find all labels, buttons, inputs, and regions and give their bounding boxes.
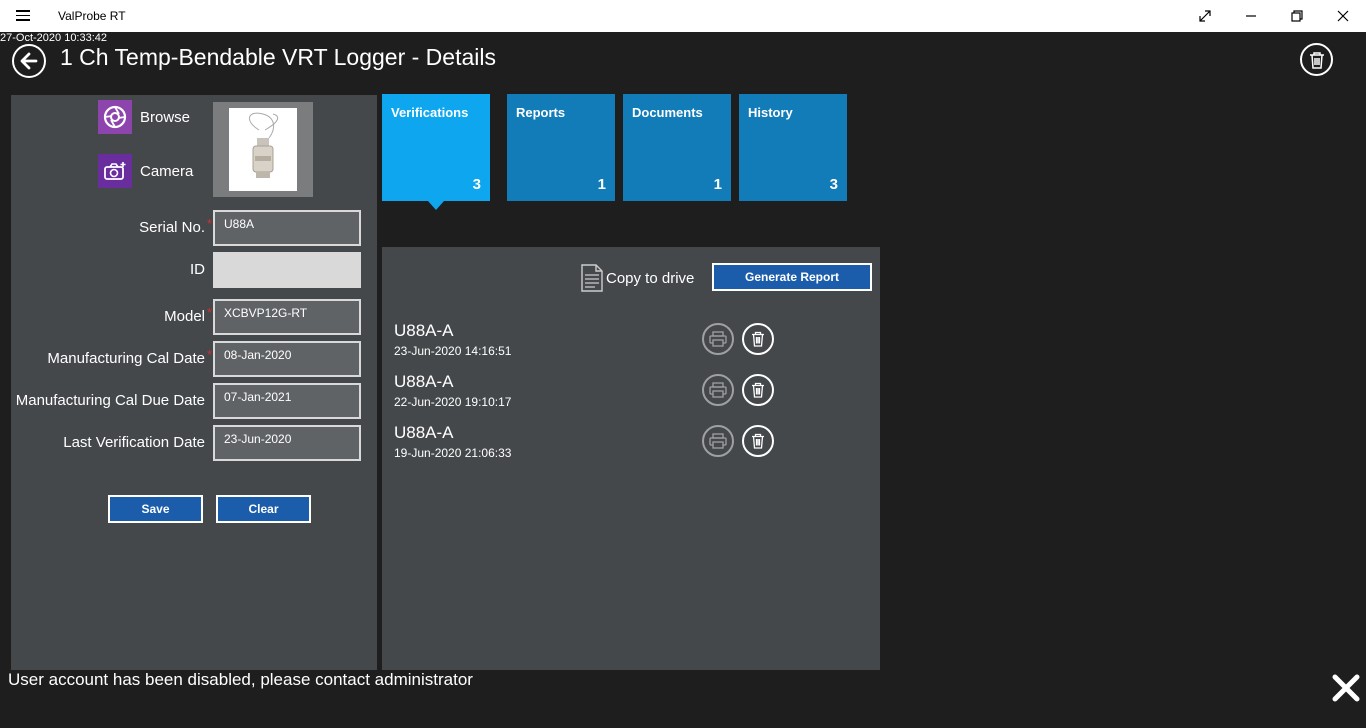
trash-icon bbox=[752, 433, 764, 449]
tab-reports[interactable]: Reports 1 bbox=[507, 94, 615, 201]
copy-to-drive-button[interactable]: Copy to drive bbox=[580, 264, 694, 292]
id-row: ID bbox=[11, 252, 377, 288]
print-button[interactable] bbox=[702, 323, 734, 355]
tile-label: Reports bbox=[516, 105, 566, 120]
mfg-cal-due-date-row: Manufacturing Cal Due Date 07-Jan-2021 bbox=[11, 383, 377, 419]
trash-icon bbox=[752, 331, 764, 347]
back-button[interactable] bbox=[12, 44, 46, 78]
browse-label: Browse bbox=[140, 108, 191, 126]
delete-verification-button[interactable] bbox=[742, 425, 774, 457]
menu-icon[interactable] bbox=[16, 10, 30, 21]
timestamp: 27-Oct-2020 10:33:42 bbox=[0, 32, 108, 44]
tile-count: 1 bbox=[713, 176, 722, 193]
last-verification-date-label: Last Verification Date bbox=[63, 434, 205, 451]
list-item[interactable]: U88A-A 19-Jun-2020 21:06:33 bbox=[394, 423, 874, 467]
verification-name: U88A-A bbox=[394, 321, 454, 340]
restore-button[interactable] bbox=[1274, 0, 1320, 32]
model-row: Model * XCBVP12G-RT bbox=[11, 299, 377, 335]
document-icon bbox=[581, 264, 603, 292]
printer-icon bbox=[709, 433, 727, 449]
required-marker: * bbox=[206, 347, 212, 362]
browse-icon bbox=[98, 100, 132, 134]
required-marker: * bbox=[206, 305, 212, 320]
maximize-icon bbox=[1199, 10, 1211, 22]
id-field[interactable] bbox=[213, 252, 361, 288]
serial-no-field[interactable]: U88A bbox=[213, 210, 361, 246]
details-form-panel: Browse Camera Serial No. * U88A ID Model bbox=[11, 95, 377, 670]
last-verification-date-row: Last Verification Date 23-Jun-2020 bbox=[11, 425, 377, 461]
restore-icon bbox=[1291, 10, 1303, 22]
clear-button[interactable]: Clear bbox=[216, 495, 311, 523]
list-item[interactable]: U88A-A 22-Jun-2020 19:10:17 bbox=[394, 372, 874, 416]
delete-verification-button[interactable] bbox=[742, 374, 774, 406]
mfg-cal-due-date-label: Manufacturing Cal Due Date bbox=[15, 392, 205, 409]
generate-report-button[interactable]: Generate Report bbox=[712, 263, 872, 291]
save-button[interactable]: Save bbox=[108, 495, 203, 523]
browse-button[interactable]: Browse bbox=[98, 100, 208, 134]
tile-label: Documents bbox=[632, 105, 703, 120]
verification-date: 23-Jun-2020 14:16:51 bbox=[394, 344, 512, 358]
status-message: User account has been disabled, please c… bbox=[8, 670, 473, 689]
tile-count: 3 bbox=[829, 176, 838, 193]
tab-verifications[interactable]: Verifications 3 bbox=[382, 94, 490, 201]
title-bar: ValProbe RT bbox=[0, 0, 1366, 32]
delete-logger-button[interactable] bbox=[1300, 43, 1333, 76]
trash-icon bbox=[1309, 51, 1324, 69]
mfg-cal-date-field[interactable]: 08-Jan-2020 bbox=[213, 341, 361, 377]
minimize-button[interactable] bbox=[1228, 0, 1274, 32]
serial-no-row: Serial No. * U88A bbox=[11, 210, 377, 246]
model-label: Model bbox=[164, 308, 205, 325]
id-label: ID bbox=[190, 261, 205, 278]
mfg-cal-date-row: Manufacturing Cal Date * 08-Jan-2020 bbox=[11, 341, 377, 377]
logger-photo-frame bbox=[213, 102, 313, 197]
window-close-button[interactable] bbox=[1320, 0, 1366, 32]
mfg-cal-due-date-field[interactable]: 07-Jan-2021 bbox=[213, 383, 361, 419]
tab-history[interactable]: History 3 bbox=[739, 94, 847, 201]
active-tab-pointer bbox=[428, 201, 444, 210]
printer-icon bbox=[709, 382, 727, 398]
printer-icon bbox=[709, 331, 727, 347]
verification-date: 22-Jun-2020 19:10:17 bbox=[394, 395, 512, 409]
maximize-button[interactable] bbox=[1182, 0, 1228, 32]
tile-label: Verifications bbox=[391, 105, 469, 120]
app-title: ValProbe RT bbox=[58, 9, 126, 23]
verifications-panel: Copy to drive Generate Report U88A-A 23-… bbox=[382, 247, 880, 670]
copy-to-drive-label: Copy to drive bbox=[606, 269, 695, 287]
logger-photo bbox=[229, 108, 297, 191]
verification-name: U88A-A bbox=[394, 423, 454, 442]
print-button[interactable] bbox=[702, 374, 734, 406]
tile-count: 3 bbox=[472, 176, 481, 193]
print-button[interactable] bbox=[702, 425, 734, 457]
back-arrow-icon bbox=[20, 52, 38, 70]
tab-documents[interactable]: Documents 1 bbox=[623, 94, 731, 201]
camera-icon bbox=[98, 154, 132, 188]
tile-count: 1 bbox=[597, 176, 606, 193]
camera-label: Camera bbox=[140, 162, 194, 180]
trash-icon bbox=[752, 382, 764, 398]
close-icon bbox=[1337, 10, 1349, 22]
page-title: 1 Ch Temp-Bendable VRT Logger - Details bbox=[60, 44, 496, 70]
minimize-icon bbox=[1246, 15, 1256, 17]
last-verification-date-field[interactable]: 23-Jun-2020 bbox=[213, 425, 361, 461]
camera-button[interactable]: Camera bbox=[98, 154, 208, 188]
model-field[interactable]: XCBVP12G-RT bbox=[213, 299, 361, 335]
verification-name: U88A-A bbox=[394, 372, 454, 391]
dismiss-status-button[interactable] bbox=[1330, 672, 1362, 704]
delete-verification-button[interactable] bbox=[742, 323, 774, 355]
required-marker: * bbox=[206, 216, 212, 231]
mfg-cal-date-label: Manufacturing Cal Date bbox=[47, 350, 205, 367]
verification-date: 19-Jun-2020 21:06:33 bbox=[394, 446, 512, 460]
list-item[interactable]: U88A-A 23-Jun-2020 14:16:51 bbox=[394, 321, 874, 365]
close-x-icon bbox=[1332, 674, 1360, 702]
serial-no-label: Serial No. bbox=[139, 219, 205, 236]
tile-label: History bbox=[748, 105, 793, 120]
